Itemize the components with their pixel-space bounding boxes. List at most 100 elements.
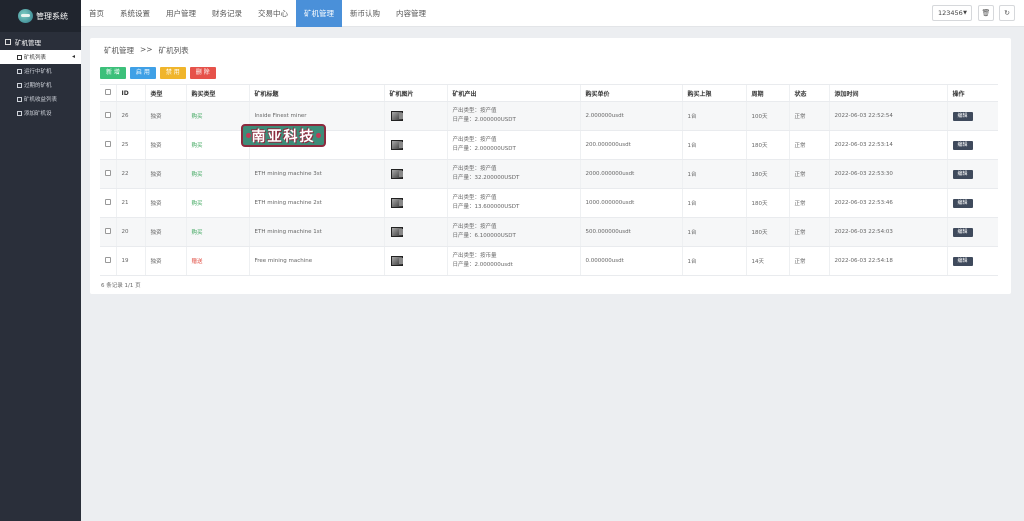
nav-home[interactable]: 首页 <box>81 0 112 27</box>
cell-id: 25 <box>115 130 145 160</box>
column-header: 矿机图片 <box>383 84 447 102</box>
cell-status: 正常 <box>788 188 829 218</box>
column-header: 状态 <box>788 84 829 102</box>
cell-image <box>383 246 447 276</box>
cell-time: 2022-06-03 22:53:30 <box>828 159 947 189</box>
cell-buy-type: 购买 <box>185 217 249 247</box>
cell-id: 26 <box>115 101 145 131</box>
cell-type: 独资 <box>144 217 186 247</box>
row-checkbox[interactable] <box>105 141 111 147</box>
nav-system-settings[interactable]: 系统设置 <box>112 0 158 27</box>
edit-button[interactable]: 编辑 <box>952 227 973 237</box>
column-header: 类型 <box>144 84 186 102</box>
sidebar-item-label: 添加矿机设 <box>24 111 52 117</box>
nav-trading-center[interactable]: 交易中心 <box>250 0 296 27</box>
sidebar-group-mining[interactable]: 矿机管理 <box>0 34 81 50</box>
cell-action: 编辑 <box>946 101 998 131</box>
daily-output: 日产量：2.000000USDT <box>452 146 516 152</box>
row-select-cell <box>100 217 116 247</box>
refresh-button[interactable]: ↻ <box>999 5 1015 21</box>
row-checkbox[interactable] <box>105 228 111 234</box>
nav-content-management[interactable]: 内容管理 <box>388 0 434 27</box>
edit-button[interactable]: 编辑 <box>952 111 973 121</box>
cell-status: 正常 <box>788 130 829 160</box>
row-checkbox[interactable] <box>105 199 111 205</box>
cell-type: 独资 <box>144 130 186 160</box>
cell-action: 编辑 <box>946 246 998 276</box>
cell-action: 编辑 <box>946 188 998 218</box>
nav-miner-management[interactable]: 矿机管理 <box>296 0 342 27</box>
main-panel: 矿机管理 >> 矿机列表 新 增 启 用 禁 用 删 除 ID 类型 购买类型 … <box>90 38 1011 294</box>
output-type: 产出类型：按币量 <box>452 253 497 259</box>
sidebar-item-miner-earnings[interactable]: 矿机收益列表 <box>0 92 81 106</box>
output-type: 产出类型：按产值 <box>452 166 497 172</box>
daily-output: 日产量：32.200000USDT <box>452 175 520 181</box>
cell-buy-type: 购买 <box>185 188 249 218</box>
cell-output: 产出类型：按产值日产量：32.200000USDT <box>446 159 580 189</box>
nav-finance-records[interactable]: 财务记录 <box>204 0 250 27</box>
cell-output: 产出类型：按产值日产量：2.000000USDT <box>446 130 580 160</box>
output-type: 产出类型：按产值 <box>452 108 497 114</box>
cell-limit: 1台 <box>681 246 746 276</box>
edit-button[interactable]: 编辑 <box>952 169 973 179</box>
clear-cache-button[interactable]: 🗑 <box>978 5 994 21</box>
table-header-row: ID 类型 购买类型 矿机标题 矿机图片 矿机产出 购买单价 购买上限 周期 状… <box>100 84 998 102</box>
sidebar-item-label: 运行中矿机 <box>24 69 52 75</box>
enable-button[interactable]: 启 用 <box>129 67 156 79</box>
edit-button[interactable]: 编辑 <box>952 256 973 266</box>
breadcrumb-parent[interactable]: 矿机管理 <box>104 45 134 56</box>
row-checkbox[interactable] <box>105 170 111 176</box>
toolbar: 新 增 启 用 禁 用 删 除 <box>100 67 216 79</box>
cell-status: 正常 <box>788 101 829 131</box>
cell-output: 产出类型：按产值 日产量：6.100000USDT <box>446 217 580 247</box>
edit-button[interactable]: 编辑 <box>952 198 973 208</box>
sidebar-item-expired-miners[interactable]: 过期的矿机 <box>0 78 81 92</box>
logo-icon <box>18 9 33 23</box>
list-icon <box>17 54 22 60</box>
cell-buy-type: 购买 <box>185 101 249 131</box>
cell-id: 22 <box>115 159 145 189</box>
delete-button[interactable]: 删 除 <box>189 67 216 79</box>
nav-user-management[interactable]: 用户管理 <box>158 0 204 27</box>
cell-cycle: 180天 <box>745 217 789 247</box>
miner-image-icon <box>390 255 404 266</box>
user-dropdown[interactable]: 123456 ▼ <box>932 5 972 21</box>
logo: 管理系统 <box>0 0 81 32</box>
row-checkbox[interactable] <box>105 257 111 263</box>
select-all-checkbox[interactable] <box>105 89 111 95</box>
sidebar-item-add-miner[interactable]: 添加矿机设 <box>0 106 81 120</box>
sidebar: 管理系统 矿机管理 矿机列表 ◂ 运行中矿机 过期的矿机 矿机收益列表 添加矿机… <box>0 0 81 521</box>
caret-down-icon: ▼ <box>963 10 967 16</box>
menu-group-icon <box>5 39 11 45</box>
cell-status: 正常 <box>788 246 829 276</box>
table-row: 26 独资 购买 Inside Finest miner 产出类型：按产值 日产量：2.0… <box>100 101 998 131</box>
sidebar-item-miner-list[interactable]: 矿机列表 ◂ <box>0 50 81 64</box>
table-row: 22 独资 购买 ETH mining machine 3st 产出类型：按产值 日产量：… <box>100 159 998 189</box>
column-header: 添加时间 <box>828 84 947 102</box>
miner-image-icon <box>390 226 404 237</box>
cell-cycle: 100天 <box>745 101 789 131</box>
cell-time: 2022-06-03 22:52:54 <box>828 101 947 131</box>
sidebar-item-running-miners[interactable]: 运行中矿机 <box>0 64 81 78</box>
trash-icon: 🗑 <box>981 9 991 17</box>
cell-type: 独资 <box>144 188 186 218</box>
cell-limit: 1台 <box>681 159 746 189</box>
breadcrumb-current: 矿机列表 <box>158 46 189 55</box>
sidebar-item-label: 过期的矿机 <box>24 83 52 89</box>
refresh-icon: ↻ <box>1004 9 1010 17</box>
table-row: 21 独资 购买 ETH mining machine 2st 产出类型：按产值 日产量：… <box>100 188 998 218</box>
daily-output: 日产量：6.100000USDT <box>452 233 516 239</box>
add-button[interactable]: 新 增 <box>100 67 126 79</box>
output-type: 产出类型：按产值 <box>452 137 497 143</box>
cell-image <box>383 101 447 131</box>
cell-cycle: 180天 <box>745 130 789 160</box>
watermark-text: 南亚科技 <box>251 128 316 145</box>
row-checkbox[interactable] <box>105 112 111 118</box>
nav-new-coin-subscription[interactable]: 新币认购 <box>342 0 388 27</box>
chevron-left-icon: ◂ <box>71 53 75 60</box>
breadcrumb: 矿机管理 >> 矿机列表 <box>104 45 189 56</box>
disable-button[interactable]: 禁 用 <box>159 67 186 79</box>
edit-button[interactable]: 编辑 <box>952 140 973 150</box>
cell-buy-type: 购买 <box>185 159 249 189</box>
cell-image <box>383 159 447 189</box>
